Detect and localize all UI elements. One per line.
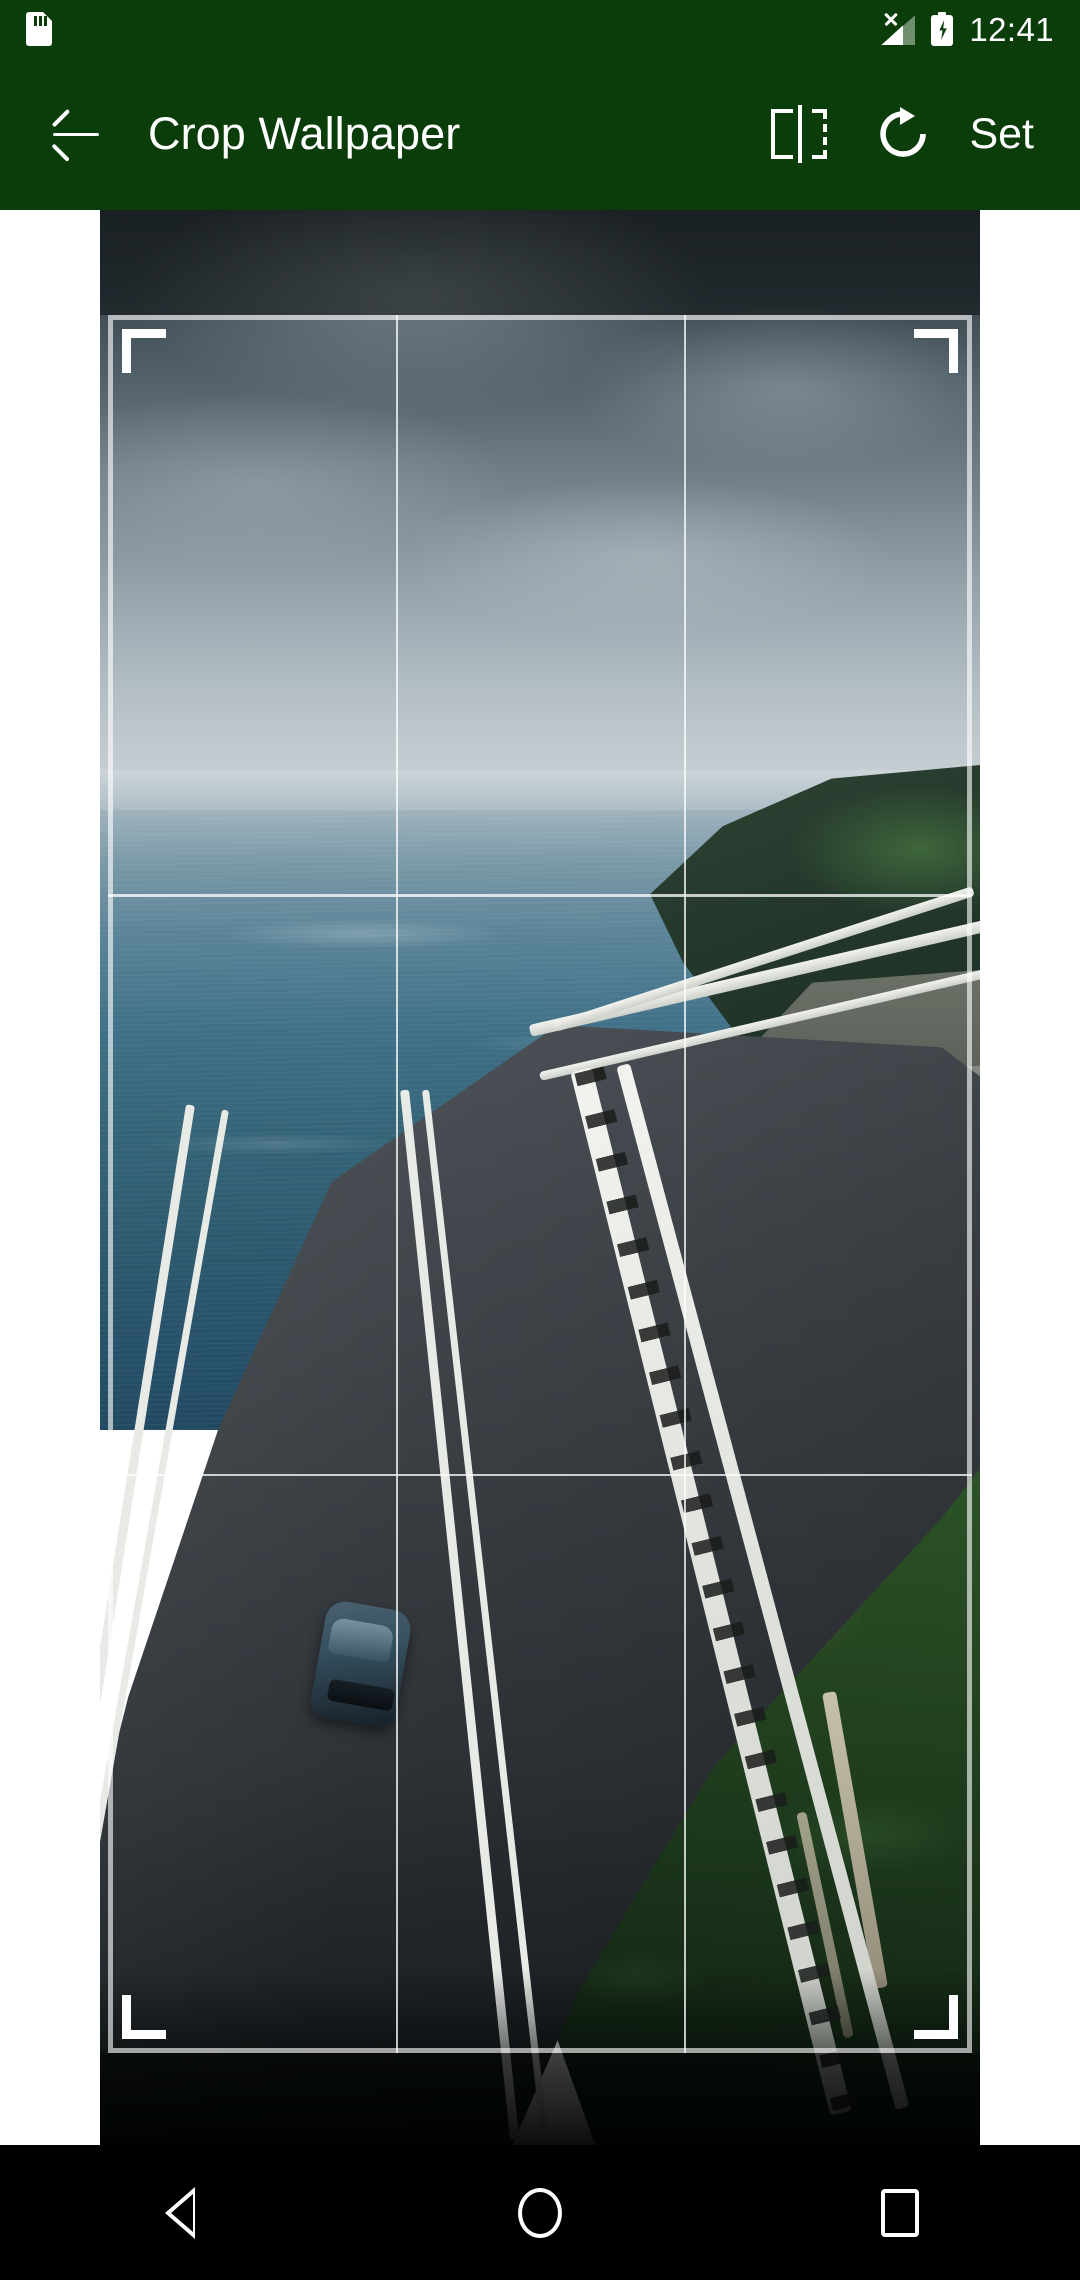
signal-no-service-icon xyxy=(881,12,916,45)
crop-dim-top xyxy=(100,210,980,315)
status-bar: 12:41 xyxy=(0,0,1080,58)
flip-button[interactable] xyxy=(747,82,851,186)
app-toolbar: Crop Wallpaper Set xyxy=(0,58,1080,210)
set-button[interactable]: Set xyxy=(955,110,1052,159)
rotate-button[interactable] xyxy=(851,82,955,186)
status-bar-clock: 12:41 xyxy=(969,10,1054,48)
nav-home-icon xyxy=(518,2187,562,2238)
nav-home-button[interactable] xyxy=(440,2145,640,2280)
crop-dim-bottom xyxy=(100,2053,980,2145)
wallpaper-image[interactable] xyxy=(100,210,980,2145)
sd-card-icon xyxy=(26,12,52,46)
back-button[interactable] xyxy=(40,98,112,170)
page-title: Crop Wallpaper xyxy=(148,108,461,159)
nav-back-button[interactable] xyxy=(80,2145,280,2280)
status-bar-left xyxy=(26,12,52,46)
back-arrow-icon xyxy=(51,108,99,162)
status-bar-right: 12:41 xyxy=(881,12,1054,46)
nav-recents-icon xyxy=(881,2188,919,2237)
nav-recents-button[interactable] xyxy=(800,2145,1000,2280)
flip-icon xyxy=(771,105,828,163)
rotate-icon xyxy=(874,105,932,163)
toolbar-actions: Set xyxy=(747,82,1052,186)
crop-wallpaper-screen: 12:41 Crop Wallpaper Set xyxy=(0,0,1080,2280)
crop-stage[interactable] xyxy=(0,210,1080,2145)
battery-charging-icon xyxy=(931,12,954,46)
android-navigation-bar xyxy=(0,2145,1080,2280)
nav-back-icon xyxy=(165,2186,195,2239)
